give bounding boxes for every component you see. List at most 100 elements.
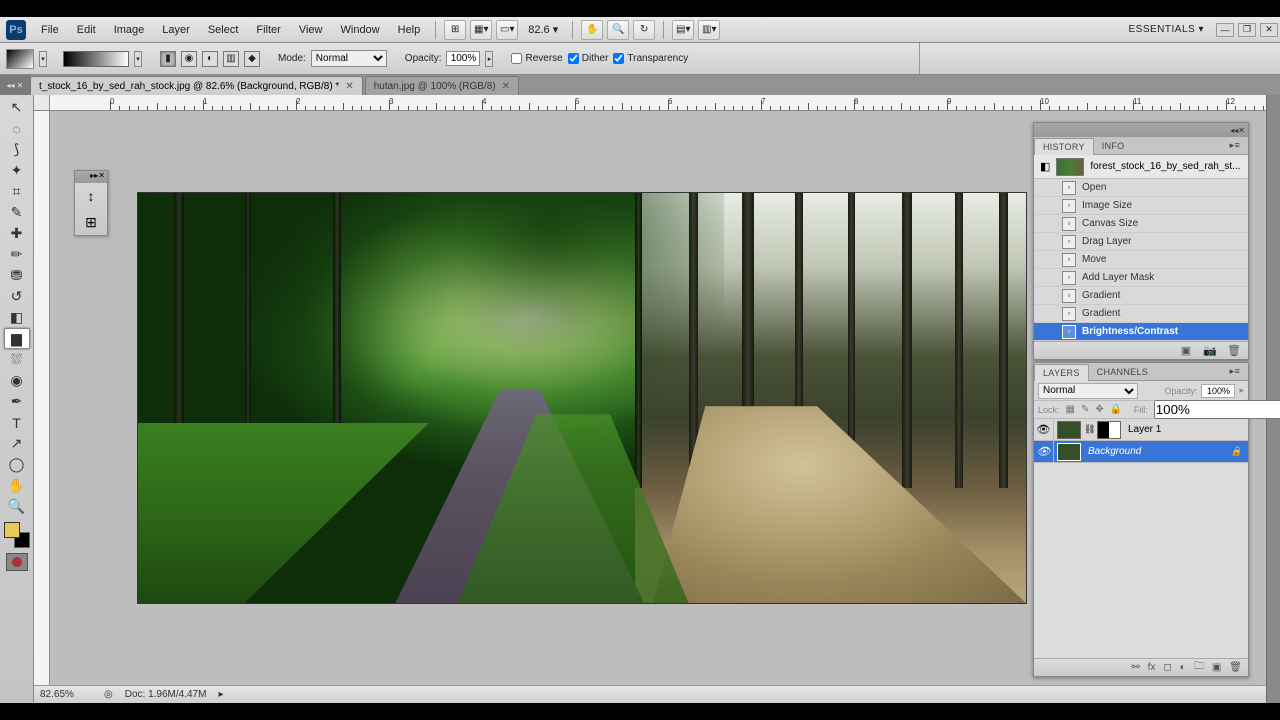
pen-tool[interactable]: ✒	[4, 391, 30, 412]
close-button[interactable]: ✕	[1260, 23, 1278, 37]
layer-group-icon[interactable]: 🗀	[1194, 659, 1204, 676]
opacity-input[interactable]	[446, 51, 480, 66]
floating-tool-presets[interactable]: ▸▸ ✕ ↕ ⊞	[74, 170, 108, 236]
crop-tool[interactable]: ⌗	[4, 181, 30, 202]
menu-edit[interactable]: Edit	[68, 24, 105, 36]
gradient-tool[interactable]: ▆	[4, 328, 30, 349]
menu-view[interactable]: View	[290, 24, 332, 36]
move-tool[interactable]: ↖	[4, 97, 30, 118]
history-snapshot-row[interactable]: ◧ forest_stock_16_by_sed_rah_st...	[1034, 155, 1248, 179]
blur-tool[interactable]: ⛆	[4, 349, 30, 370]
adjustment-layer-icon[interactable]: ◐	[1180, 662, 1186, 673]
tab-info[interactable]: INFO	[1094, 137, 1133, 154]
layer-opacity-input[interactable]	[1201, 384, 1235, 398]
radial-gradient-button[interactable]: ◉	[181, 51, 197, 67]
layer-thumbnail[interactable]	[1057, 421, 1081, 439]
extras-button[interactable]: ▥▾	[698, 20, 720, 40]
tab-handle[interactable]: ◂◂ ✕	[0, 75, 30, 95]
document-tab[interactable]: hutan.jpg @ 100% (RGB/8)✕	[365, 76, 519, 95]
workspace-switcher[interactable]: ESSENTIALS ▾	[1119, 24, 1215, 35]
gradient-picker[interactable]	[63, 51, 129, 67]
path-sel-tool[interactable]: ↗	[4, 433, 30, 454]
float-tool-2[interactable]: ⊞	[75, 209, 107, 235]
opacity-slider-icon[interactable]: ▸	[1239, 385, 1244, 396]
history-step[interactable]: ▫Open	[1034, 179, 1248, 197]
history-step[interactable]: ▫Drag Layer	[1034, 233, 1248, 251]
status-doc-info[interactable]: Doc: 1.96M/4.47M	[125, 689, 207, 700]
history-step[interactable]: ▫Gradient	[1034, 305, 1248, 323]
menu-help[interactable]: Help	[389, 24, 430, 36]
link-layers-icon[interactable]: ⚯	[1131, 662, 1139, 673]
quick-mask-toggle[interactable]	[6, 553, 28, 571]
panel-menu-icon[interactable]: ▸≡	[1222, 137, 1248, 154]
hand-tool-shortcut[interactable]: ✋	[581, 20, 603, 40]
float-close-icon[interactable]: ✕	[98, 171, 105, 183]
history-step[interactable]: ▫Add Layer Mask	[1034, 269, 1248, 287]
gradient-dropdown[interactable]: ▾	[134, 51, 142, 67]
blend-mode-select[interactable]: Normal	[311, 50, 387, 67]
zoom-tool-shortcut[interactable]: 🔍	[607, 20, 629, 40]
layer-mask-icon[interactable]: ◻	[1163, 662, 1171, 673]
delete-layer-icon[interactable]: 🗑	[1229, 662, 1242, 673]
restore-button[interactable]: ❐	[1238, 23, 1256, 37]
tab-layers[interactable]: LAYERS	[1034, 364, 1089, 381]
history-delete-icon[interactable]: 🗑	[1226, 344, 1242, 357]
menu-image[interactable]: Image	[105, 24, 154, 36]
shape-tool[interactable]: ◯	[4, 454, 30, 475]
menu-window[interactable]: Window	[332, 24, 389, 36]
hand-tool[interactable]: ✋	[4, 475, 30, 496]
rotate-view-shortcut[interactable]: ↻	[633, 20, 655, 40]
horizontal-ruler[interactable]: 0123456789101112	[50, 95, 1266, 111]
history-new-doc-icon[interactable]: ▣	[1178, 344, 1194, 357]
history-step[interactable]: ▫Gradient	[1034, 287, 1248, 305]
panel-dock-strip[interactable]	[1266, 95, 1280, 703]
history-step[interactable]: ▫Image Size	[1034, 197, 1248, 215]
tab-history[interactable]: HISTORY	[1034, 138, 1094, 155]
screen-mode-button[interactable]: ▭▾	[496, 20, 518, 40]
history-brush-tool[interactable]: ↺	[4, 286, 30, 307]
opacity-slider-toggle[interactable]: ▸	[485, 51, 493, 67]
new-layer-icon[interactable]: ▣	[1212, 662, 1221, 673]
wand-tool[interactable]: ✦	[4, 160, 30, 181]
layer-visibility-icon[interactable]: 👁	[1034, 441, 1054, 463]
type-tool[interactable]: T	[4, 412, 30, 433]
lock-transparent-icon[interactable]: ▦	[1066, 404, 1075, 416]
lasso-tool[interactable]: ⟆	[4, 139, 30, 160]
angle-gradient-button[interactable]: ◐	[202, 51, 218, 67]
reverse-checkbox[interactable]: Reverse	[511, 53, 562, 64]
layer-name[interactable]: Background	[1084, 446, 1231, 457]
tab-close-icon[interactable]: ✕	[345, 81, 353, 92]
history-step[interactable]: ▫Canvas Size	[1034, 215, 1248, 233]
status-arrow[interactable]: ▸	[218, 689, 223, 700]
tool-preset-picker[interactable]	[6, 49, 34, 69]
document-tab[interactable]: t_stock_16_by_sed_rah_stock.jpg @ 82.6% …	[30, 76, 363, 95]
document-image[interactable]	[138, 193, 1026, 603]
transparency-checkbox[interactable]: Transparency	[613, 53, 688, 64]
layer-visibility-icon[interactable]: 👁	[1034, 419, 1054, 441]
linear-gradient-button[interactable]: ▮	[160, 51, 176, 67]
panel-collapse-icon[interactable]: ◂◂	[1230, 126, 1238, 135]
zoom-tool[interactable]: 🔍	[4, 496, 30, 517]
eraser-tool[interactable]: ◧	[4, 307, 30, 328]
launch-bridge-button[interactable]: ⊞	[444, 20, 466, 40]
menu-file[interactable]: File	[32, 24, 68, 36]
float-collapse-icon[interactable]: ▸▸	[90, 171, 98, 183]
panel-menu-icon[interactable]: ▸≡	[1222, 363, 1248, 380]
dodge-tool[interactable]: ◉	[4, 370, 30, 391]
marquee-tool[interactable]: ◌	[4, 118, 30, 139]
ruler-origin[interactable]	[34, 95, 50, 111]
arrange-button[interactable]: ▤▾	[672, 20, 694, 40]
zoom-level-field[interactable]: 82.6 ▾	[520, 23, 566, 36]
status-icon[interactable]: ◎	[104, 689, 113, 700]
status-zoom[interactable]: 82.65%	[40, 689, 92, 700]
vertical-ruler[interactable]	[34, 111, 50, 685]
heal-tool[interactable]: ✚	[4, 223, 30, 244]
layers-empty-area[interactable]	[1034, 463, 1248, 658]
minimize-button[interactable]: —	[1216, 23, 1234, 37]
lock-all-icon[interactable]: 🔒	[1110, 404, 1122, 416]
tab-channels[interactable]: CHANNELS	[1089, 363, 1156, 380]
menu-layer[interactable]: Layer	[153, 24, 199, 36]
layer-name[interactable]: Layer 1	[1124, 424, 1248, 435]
dither-checkbox[interactable]: Dither	[568, 53, 609, 64]
menu-filter[interactable]: Filter	[247, 24, 289, 36]
